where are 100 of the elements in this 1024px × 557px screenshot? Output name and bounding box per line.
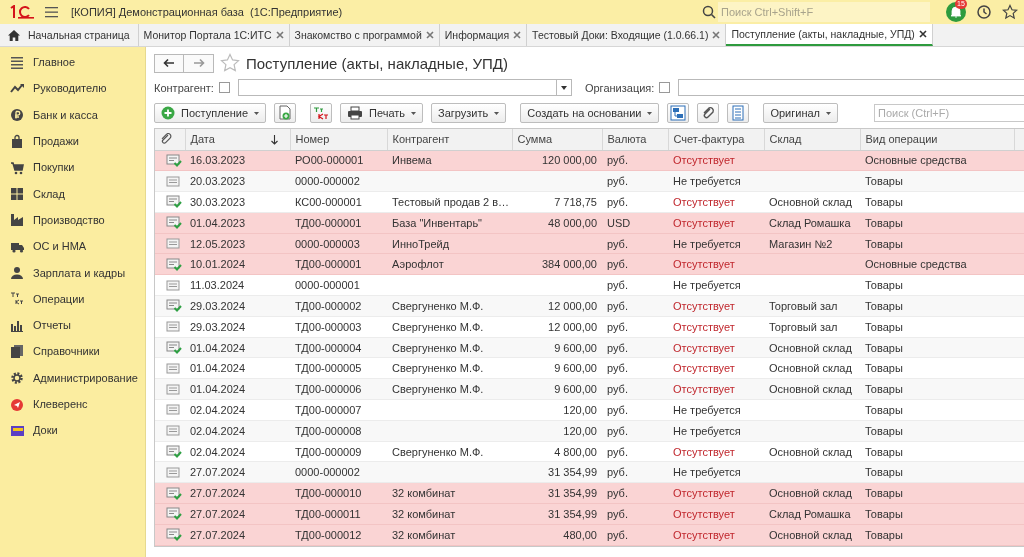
column-header[interactable]: Контрагент bbox=[387, 129, 512, 150]
table-row[interactable]: 30.03.2023 КС00-000001 Тестовый продав 2 в… 7 718,75 руб. Отсутствует Основной склад Товары bbox=[155, 191, 1024, 213]
table-cell: Товары bbox=[865, 507, 903, 520]
table-cell: 12.05.2023 bbox=[190, 237, 246, 250]
table-cell: Свергуненко М.Ф. bbox=[392, 362, 484, 375]
back-button[interactable] bbox=[154, 53, 184, 73]
input-field[interactable] bbox=[237, 79, 572, 96]
tab[interactable]: Поступление (акты, накладные, УПД) bbox=[726, 24, 933, 46]
table-row[interactable]: 10.01.2024 ТД00-000001 Аэрофлот 384 000,00 руб. Отсутствует Основные средства bbox=[155, 254, 1024, 275]
toolbar-icon-button[interactable] bbox=[697, 103, 720, 123]
table-row[interactable]: 16.03.2023 РО00-000001 Инвема 120 000,00 руб. Отсутствует Основные средства bbox=[155, 150, 1024, 171]
person-icon bbox=[10, 265, 24, 280]
table-row[interactable]: 27.07.2024 ТД00-000011 32 комбинат 31 354,99 руб. Отсутствует Склад Ромашка Товары bbox=[155, 503, 1024, 525]
table-cell: руб. bbox=[607, 507, 628, 520]
table-row[interactable]: 29.03.2024 ТД00-000003 Свергуненко М.Ф. 12 000,00 руб. Отсутствует Торговый зал Товары bbox=[155, 316, 1024, 338]
column-header[interactable]: Сумма bbox=[512, 129, 602, 150]
table-cell: Товары bbox=[865, 383, 903, 396]
table-cell: 120 000,00 bbox=[541, 154, 597, 167]
structure-icon bbox=[670, 105, 687, 121]
sidebar-item[interactable]: Зарплата и кадры bbox=[0, 259, 145, 286]
table-cell: Товары bbox=[865, 445, 903, 458]
table-cell: руб. bbox=[607, 383, 628, 396]
toolbar-icon-button[interactable] bbox=[667, 103, 690, 123]
table-row[interactable]: 27.07.2024 ТД00-000010 32 комбинат 31 354,99 руб. Отсутствует Основной склад Товары bbox=[155, 482, 1024, 504]
table-cell: 31 354,99 bbox=[548, 466, 597, 479]
table-cell: 01.04.2024 bbox=[190, 341, 246, 354]
table-row[interactable]: 02.04.2024 ТД00-000007 120,00 руб. Не требуется Товары bbox=[155, 399, 1024, 421]
table-row[interactable]: 01.04.2023 ТД00-000001 База "Инвентарь" 48 000,00 USD Отсутствует Склад Ромашка Товары bbox=[155, 212, 1024, 234]
toolbar-icon-button[interactable] bbox=[274, 103, 296, 123]
sidebar-item[interactable]: Продажи bbox=[0, 127, 145, 155]
sidebar-item[interactable]: ОС и НМА bbox=[0, 233, 145, 260]
column-header[interactable]: Дата bbox=[185, 129, 290, 150]
favorite-star-icon[interactable] bbox=[220, 53, 240, 73]
checkbox[interactable] bbox=[659, 82, 671, 93]
toolbar-button[interactable]: Оригинал bbox=[763, 103, 838, 123]
table-row[interactable]: 01.04.2024 ТД00-000005 Свергуненко М.Ф. 9 600,00 руб. Отсутствует Основной склад Товары bbox=[155, 357, 1024, 379]
debit-credit-icon bbox=[313, 106, 329, 120]
sidebar-item[interactable]: Руководителю bbox=[0, 75, 145, 102]
sidebar-item[interactable]: Клеверенс bbox=[0, 390, 145, 418]
column-header[interactable]: Счет-фактура bbox=[668, 129, 764, 150]
table-cell: Товары bbox=[865, 237, 903, 250]
toolbar-icon-button[interactable] bbox=[310, 103, 332, 123]
table-cell: 32 комбинат bbox=[392, 507, 456, 520]
table-row[interactable]: 02.04.2024 ТД00-000009 Свергуненко М.Ф. 4 800,00 руб. Отсутствует Основной склад Товары bbox=[155, 441, 1024, 462]
sidebar-item[interactable]: Администрирование bbox=[0, 364, 145, 391]
close-icon[interactable] bbox=[918, 30, 927, 38]
table-cell: руб. bbox=[607, 279, 628, 292]
table-cell: ТД00-000012 bbox=[295, 528, 362, 541]
star-icon[interactable] bbox=[1002, 4, 1018, 20]
debit-credit-icon bbox=[10, 291, 24, 307]
menu-icon[interactable] bbox=[45, 6, 59, 18]
table-row[interactable]: 11.03.2024 0000-000001 руб. Не требуется Товары bbox=[155, 274, 1024, 296]
column-header[interactable] bbox=[155, 129, 185, 150]
table-row[interactable]: 01.04.2024 ТД00-000006 Свергуненко М.Ф. 9 600,00 руб. Отсутствует Основной склад Товары bbox=[155, 378, 1024, 400]
sidebar-item[interactable]: Справочники bbox=[0, 338, 145, 365]
table-cell: 10.01.2024 bbox=[190, 258, 246, 271]
sidebar-item[interactable]: Банк и касса bbox=[0, 101, 145, 128]
table-cell: Основной склад bbox=[769, 362, 852, 375]
dropdown-icon bbox=[826, 111, 831, 115]
table-cell: Товары bbox=[865, 466, 903, 479]
table-row[interactable]: 29.03.2024 ТД00-000002 Свергуненко М.Ф. 12 000,00 руб. Отсутствует Торговый зал Товары bbox=[155, 295, 1024, 317]
sidebar-item[interactable]: Производство bbox=[0, 206, 145, 234]
table-cell: ТД00-000008 bbox=[295, 424, 362, 437]
toolbar-button[interactable]: Печать bbox=[340, 103, 424, 123]
sidebar-item[interactable]: Доки bbox=[0, 417, 145, 444]
history-icon[interactable] bbox=[976, 4, 992, 20]
checkbox[interactable] bbox=[218, 82, 230, 93]
column-header[interactable]: Номер bbox=[290, 129, 387, 150]
column-header[interactable]: Валюта bbox=[602, 129, 668, 150]
table-cell: 02.04.2024 bbox=[190, 424, 246, 437]
sidebar-item[interactable]: Покупки bbox=[0, 154, 145, 181]
logo-icon[interactable] bbox=[9, 5, 35, 19]
table-cell: Товары bbox=[865, 175, 903, 188]
sidebar-item[interactable]: Склад bbox=[0, 180, 145, 207]
column-header[interactable]: Склад bbox=[764, 129, 860, 150]
table-cell: 20.03.2023 bbox=[190, 175, 246, 188]
table-cell: руб. bbox=[607, 341, 628, 354]
table-cell: 12 000,00 bbox=[548, 320, 597, 333]
toolbar-button[interactable]: Поступление bbox=[154, 103, 266, 123]
table-row[interactable]: 01.04.2024 ТД00-000004 Свергуненко М.Ф. 9 600,00 руб. Отсутствует Основной склад Товары bbox=[155, 337, 1024, 358]
back-arrow-icon bbox=[163, 58, 175, 68]
table-row[interactable]: 02.04.2024 ТД00-000008 120,00 руб. Не требуется Товары bbox=[155, 420, 1024, 442]
search-field[interactable]: Поиск (Ctrl+F) bbox=[874, 104, 1024, 122]
table-cell: 480,00 bbox=[563, 528, 597, 541]
toolbar-button[interactable]: Загрузить bbox=[431, 103, 507, 123]
sidebar-item[interactable]: Отчеты bbox=[0, 311, 145, 339]
table-row[interactable]: 20.03.2023 0000-000002 руб. Не требуется Товары bbox=[155, 170, 1024, 192]
search-field[interactable]: Поиск Ctrl+Shift+F bbox=[718, 2, 930, 22]
sidebar-item[interactable]: Операции bbox=[0, 285, 145, 312]
table-cell: Отсутствует bbox=[673, 362, 735, 375]
table-cell: Отсутствует bbox=[673, 383, 735, 396]
table-row[interactable]: 27.07.2024 0000-000002 31 354,99 руб. Не требуется Товары bbox=[155, 461, 1024, 483]
table-row[interactable]: 12.05.2023 0000-000003 ИнноТрейд руб. Не требуется Магазин №2 Товары bbox=[155, 233, 1024, 254]
column-header[interactable]: Вид операции bbox=[860, 129, 1014, 150]
sidebar-item[interactable]: Главное bbox=[0, 49, 145, 76]
toolbar-button[interactable]: Создать на основании bbox=[520, 103, 660, 123]
table-row[interactable]: 27.07.2024 ТД00-000012 32 комбинат 480,00 руб. Отсутствует Основной склад Товары bbox=[155, 524, 1024, 546]
input-field[interactable] bbox=[678, 79, 1024, 96]
plus-icon bbox=[161, 106, 175, 120]
dropdown-icon[interactable] bbox=[560, 85, 567, 90]
